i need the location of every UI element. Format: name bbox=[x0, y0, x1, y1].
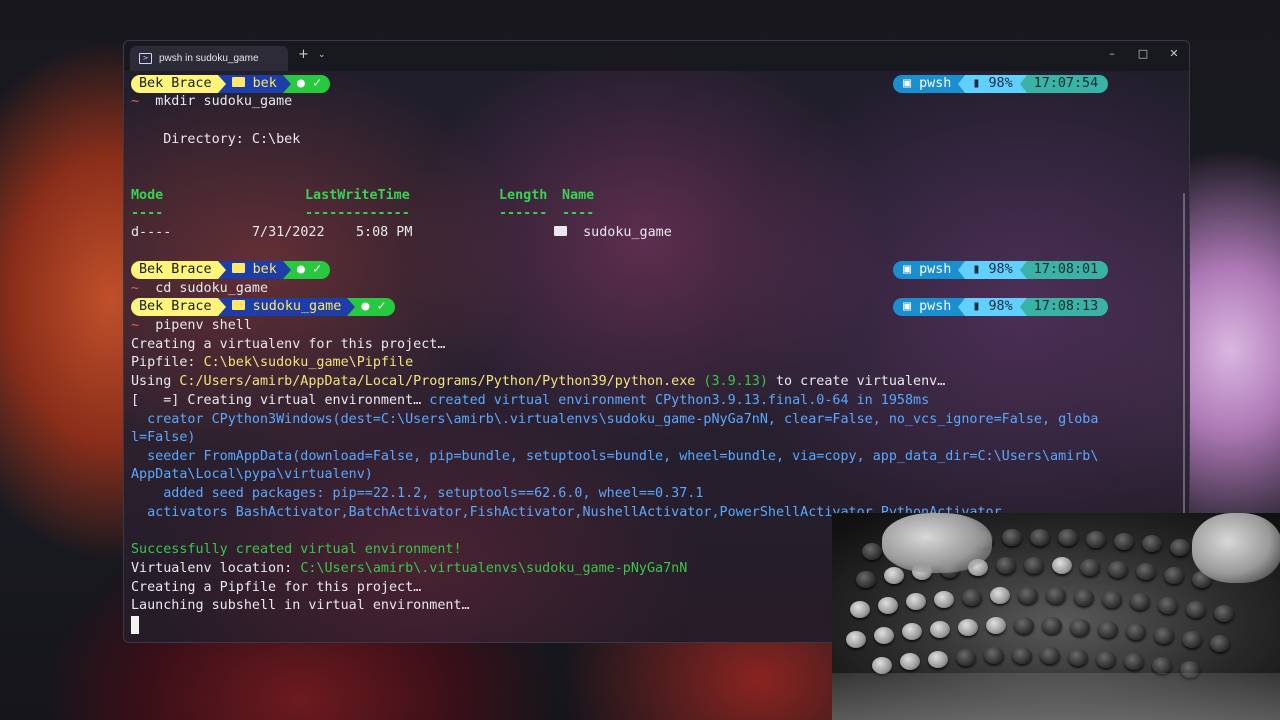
header-name: Name bbox=[562, 188, 595, 203]
prompt-git: ● ✓ bbox=[290, 261, 330, 279]
prompt-shell: ▣ pwsh bbox=[893, 261, 959, 279]
output-seed-packages: added seed packages: pip==22.1.2, setupt… bbox=[131, 486, 704, 501]
output-creator: creator CPython3Windows(dest=C:\Users\am… bbox=[131, 412, 1099, 427]
prompt-right: ▣ pwsh ▮ 98% 17:08:01 bbox=[893, 261, 1109, 279]
prompt-path: bek bbox=[225, 75, 283, 93]
output-success: Successfully created virtual environment… bbox=[131, 542, 462, 557]
prompt-shell: ▣ pwsh bbox=[893, 298, 959, 316]
header-lastwritetime: LastWriteTime bbox=[305, 188, 410, 203]
terminal-icon: > bbox=[139, 53, 152, 64]
prompt-battery: ▮ 98% bbox=[965, 298, 1020, 316]
folder-icon bbox=[231, 77, 245, 87]
prompt-user: Bek Brace bbox=[131, 75, 218, 93]
maximize-button[interactable]: □ bbox=[1133, 47, 1153, 60]
prompt-git: ● ✓ bbox=[290, 75, 330, 93]
prompt-git: ● ✓ bbox=[355, 298, 395, 316]
webcam-overlay bbox=[832, 513, 1280, 720]
chevron-down-icon[interactable]: ⌄ bbox=[318, 50, 326, 60]
prompt-time: 17:08:13 bbox=[1026, 298, 1109, 316]
command-line: ~ pipenv shell bbox=[131, 318, 252, 333]
prompt-right: ▣ pwsh ▮ 98% 17:08:13 bbox=[893, 298, 1109, 316]
output-location: Virtualenv location: C:\Users\amirb\.vir… bbox=[131, 561, 688, 576]
prompt-path: bek bbox=[225, 261, 283, 279]
header-length: Length bbox=[499, 188, 548, 203]
prompt-shell: ▣ pwsh bbox=[893, 75, 959, 93]
command-line: ~ cd sudoku_game bbox=[131, 281, 269, 296]
row-name: sudoku_game bbox=[554, 224, 672, 242]
command-line: ~ mkdir sudoku_game bbox=[131, 94, 293, 109]
prompt-left: Bek Brace bek ● ✓ bbox=[131, 261, 330, 279]
text-cursor[interactable] bbox=[131, 616, 139, 634]
folder-icon bbox=[231, 300, 245, 310]
underline-name: ---- bbox=[562, 206, 595, 221]
output-seeder-wrap: AppData\Local\pypa\virtualenv) bbox=[131, 467, 373, 482]
prompt-left: Bek Brace bek ● ✓ bbox=[131, 75, 330, 93]
output-creating-pipfile: Creating a Pipfile for this project… bbox=[131, 580, 422, 595]
row-mode: d---- bbox=[131, 225, 172, 240]
prompt-user: Bek Brace bbox=[131, 298, 218, 316]
prompt-right: ▣ pwsh ▮ 98% 17:07:54 bbox=[893, 75, 1109, 93]
prompt-time: 17:08:01 bbox=[1026, 261, 1109, 279]
new-tab-button[interactable]: + bbox=[298, 47, 309, 62]
prompt-time: 17:07:54 bbox=[1026, 75, 1109, 93]
tab-pwsh[interactable]: > pwsh in sudoku_game bbox=[130, 46, 288, 71]
output-progress: [ =] Creating virtual environment… creat… bbox=[131, 393, 930, 408]
folder-icon bbox=[554, 226, 567, 236]
underline-lastwritetime: ------------- bbox=[305, 206, 410, 221]
header-mode: Mode bbox=[131, 188, 164, 203]
folder-icon bbox=[231, 263, 245, 273]
close-button[interactable]: ✕ bbox=[1164, 47, 1184, 60]
row-date: 7/31/2022 bbox=[252, 225, 325, 240]
prompt-battery: ▮ 98% bbox=[965, 261, 1020, 279]
tab-title: pwsh in sudoku_game bbox=[159, 53, 259, 64]
output-using-python: Using C:/Users/amirb/AppData/Local/Progr… bbox=[131, 374, 946, 389]
output-seeder: seeder FromAppData(download=False, pip=b… bbox=[131, 449, 1099, 464]
output-creator-wrap: l=False) bbox=[131, 430, 196, 445]
prompt-battery: ▮ 98% bbox=[965, 75, 1020, 93]
output-creating-virtualenv: Creating a virtualenv for this project… bbox=[131, 337, 446, 352]
directory-line: Directory: C:\bek bbox=[131, 132, 301, 147]
output-launching: Launching subshell in virtual environmen… bbox=[131, 598, 470, 613]
prompt-path: sudoku_game bbox=[225, 298, 348, 316]
row-time: 5:08 PM bbox=[356, 225, 413, 240]
title-bar[interactable]: > pwsh in sudoku_game + ⌄ – □ ✕ bbox=[124, 41, 1189, 71]
output-pipfile: Pipfile: C:\bek\sudoku_game\Pipfile bbox=[131, 355, 414, 370]
underline-length: ------ bbox=[499, 206, 548, 221]
underline-mode: ---- bbox=[131, 206, 164, 221]
prompt-left: Bek Brace sudoku_game ● ✓ bbox=[131, 298, 395, 316]
minimize-button[interactable]: – bbox=[1102, 47, 1122, 60]
prompt-user: Bek Brace bbox=[131, 261, 218, 279]
